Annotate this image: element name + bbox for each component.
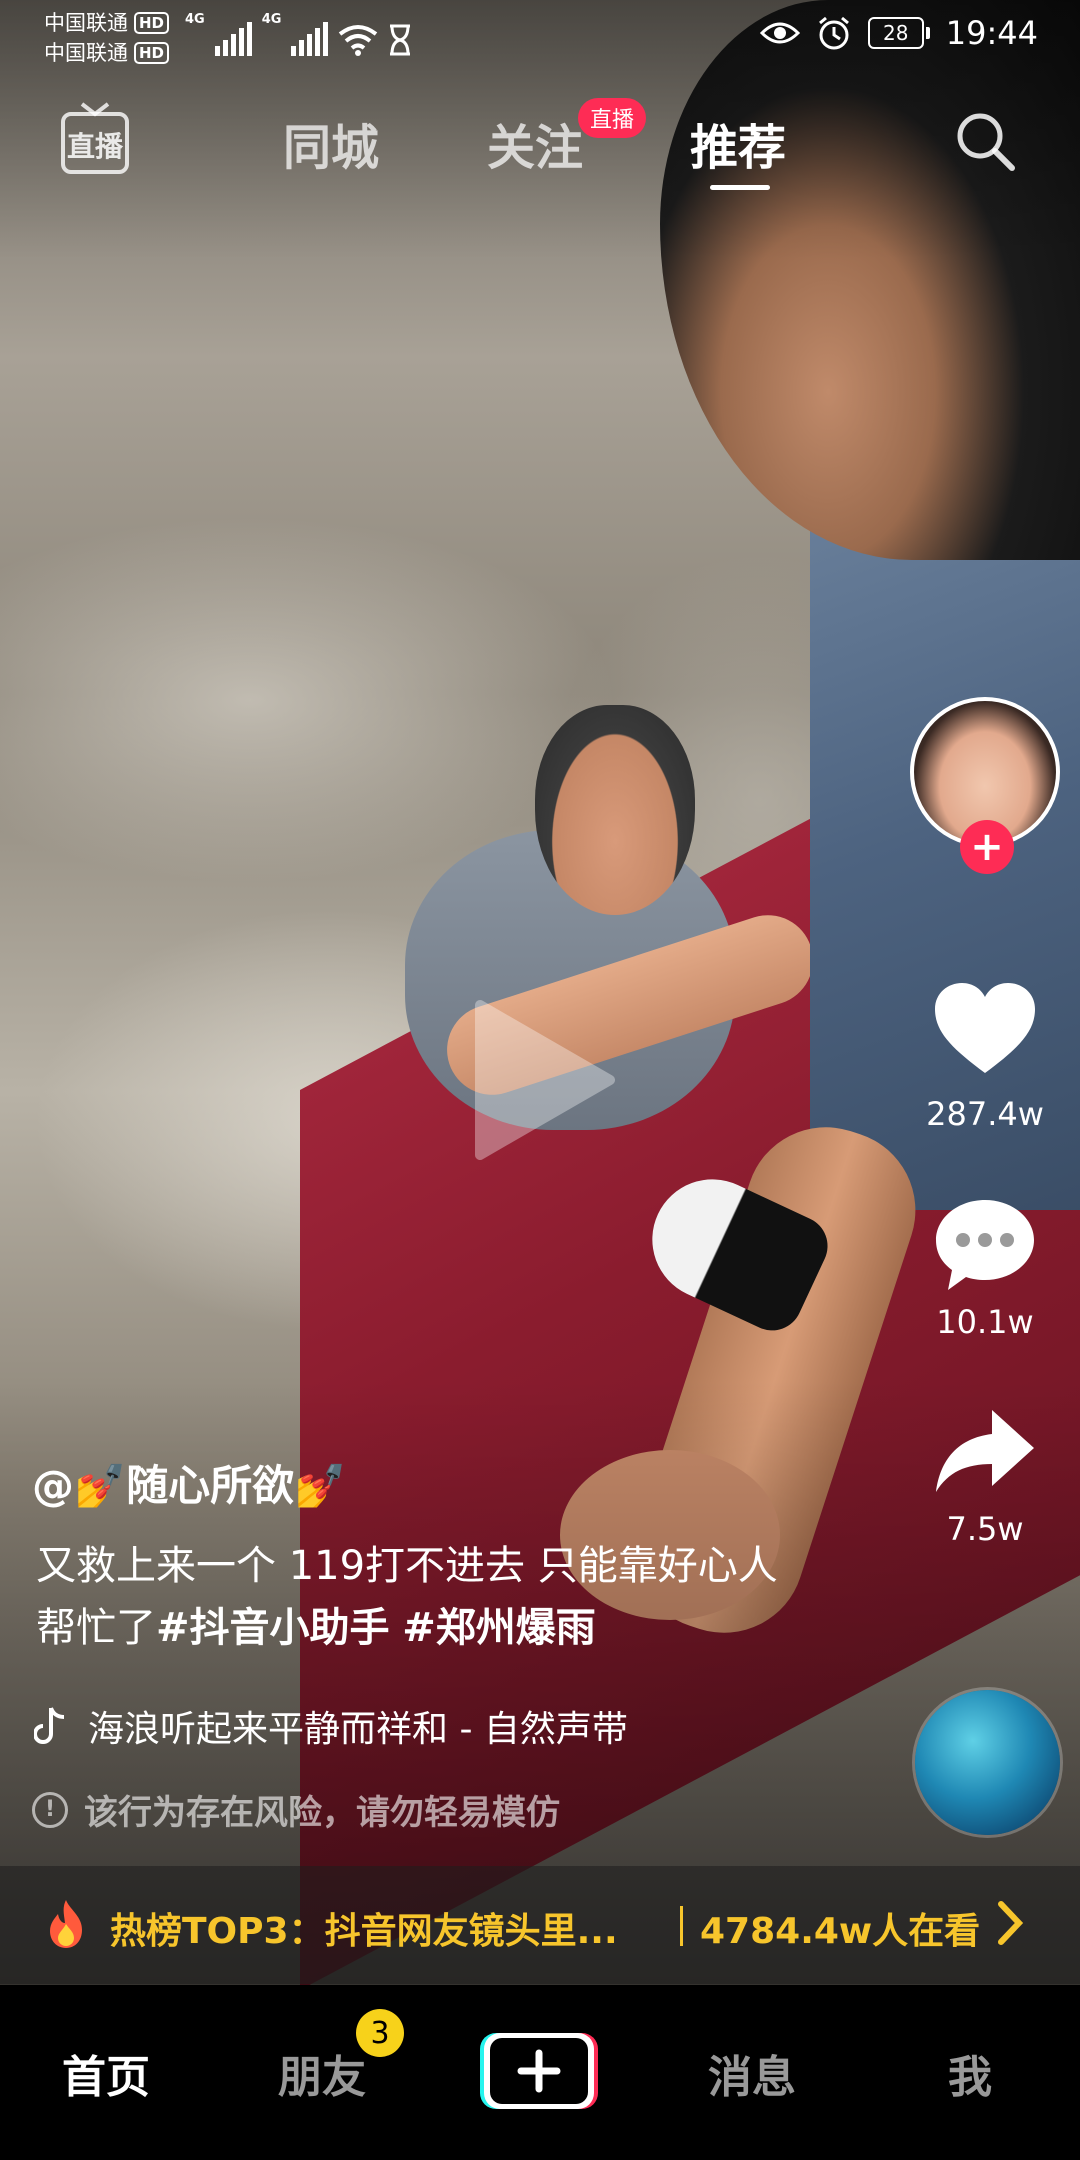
live-tv-icon[interactable]: 直播 (60, 100, 130, 176)
eye-icon (759, 22, 800, 44)
music-disc[interactable] (915, 1690, 1060, 1835)
network-1-label: 4G (185, 12, 205, 27)
nav-messages[interactable]: 消息 (708, 2041, 796, 2105)
friends-badge: 3 (356, 2009, 404, 2057)
signal-2-icon (291, 22, 329, 56)
nav-friends[interactable]: 朋友 (278, 2041, 366, 2105)
following-live-badge: 直播 (578, 98, 647, 138)
author-name[interactable]: @💅随心所欲💅 (32, 1452, 347, 1513)
battery-level: 28 (867, 17, 924, 49)
like-count: 287.4w (926, 1095, 1044, 1133)
viewer-count: 4784.4w人在看 (700, 1911, 981, 1952)
status-right: 28 19:44 (759, 14, 1038, 52)
wifi-icon (339, 25, 378, 56)
battery-icon: 28 (867, 17, 930, 49)
carrier-2: 中国联通 (44, 41, 128, 65)
hot-list-text: 热榜TOP3：抖音网友镜头里... (110, 1911, 618, 1952)
chevron-right-icon (998, 1901, 1024, 1945)
hashtag-link[interactable]: #抖音小助手 (156, 1605, 390, 1651)
top-nav: 直播 同城 关注 直播 推荐 (0, 98, 1080, 190)
network-indicators: 4G 4G (185, 12, 412, 56)
bottom-nav: 首页 朋友 3 消息 我 (0, 1985, 1080, 2160)
carrier-info: 中国联通 HD 中国联通 HD (44, 8, 170, 68)
follow-plus-button[interactable]: + (960, 820, 1014, 874)
tiktok-note-icon (34, 1707, 65, 1744)
clock: 19:44 (945, 14, 1038, 52)
video-caption: 又救上来一个 119打不进去 只能靠好心人帮忙了#抖音小助手 #郑州爆雨 (36, 1535, 796, 1659)
tab-local[interactable]: 同城 (283, 108, 379, 178)
play-icon[interactable] (460, 990, 620, 1170)
share-count: 7.5w (946, 1510, 1024, 1548)
hashtag-link[interactable]: #郑州爆雨 (402, 1605, 596, 1651)
risk-warning-text: 该行为存在风险，请勿轻易模仿 (84, 1793, 560, 1833)
nav-home[interactable]: 首页 (62, 2041, 150, 2105)
tab-following[interactable]: 关注 (487, 108, 583, 178)
hd-badge-1: HD (134, 12, 170, 34)
like-heart-icon[interactable] (930, 975, 1040, 1085)
carrier-1: 中国联通 (44, 11, 128, 35)
tab-recommended[interactable]: 推荐 (690, 108, 786, 178)
hourglass-icon (390, 24, 411, 56)
hd-badge-2: HD (134, 42, 170, 64)
music-title: 海浪听起来平静而祥和 - 自然声带 (88, 1709, 628, 1750)
video-scene-man-head (535, 705, 695, 915)
hot-divider (680, 1906, 683, 1946)
signal-1-icon (214, 22, 252, 56)
music-info[interactable]: 海浪听起来平静而祥和 - 自然声带 (34, 1700, 628, 1752)
create-video-button[interactable] (480, 2031, 598, 2111)
comment-count: 10.1w (936, 1303, 1034, 1341)
nav-me[interactable]: 我 (948, 2041, 992, 2105)
hot-list-bar[interactable]: 热榜TOP3：抖音网友镜头里... 4784.4w人在看 (0, 1866, 1080, 1984)
warning-icon: ! (32, 1791, 68, 1828)
risk-warning: ! 该行为存在风险，请勿轻易模仿 (32, 1785, 560, 1834)
fire-icon (50, 1900, 82, 1948)
alarm-icon (818, 16, 849, 50)
search-icon[interactable] (952, 108, 1018, 174)
share-arrow-icon[interactable] (930, 1400, 1040, 1510)
active-tab-indicator (710, 185, 770, 190)
network-2-label: 4G (261, 12, 282, 27)
comment-icon[interactable] (930, 1190, 1040, 1300)
live-icon-label: 直播 (67, 130, 124, 163)
